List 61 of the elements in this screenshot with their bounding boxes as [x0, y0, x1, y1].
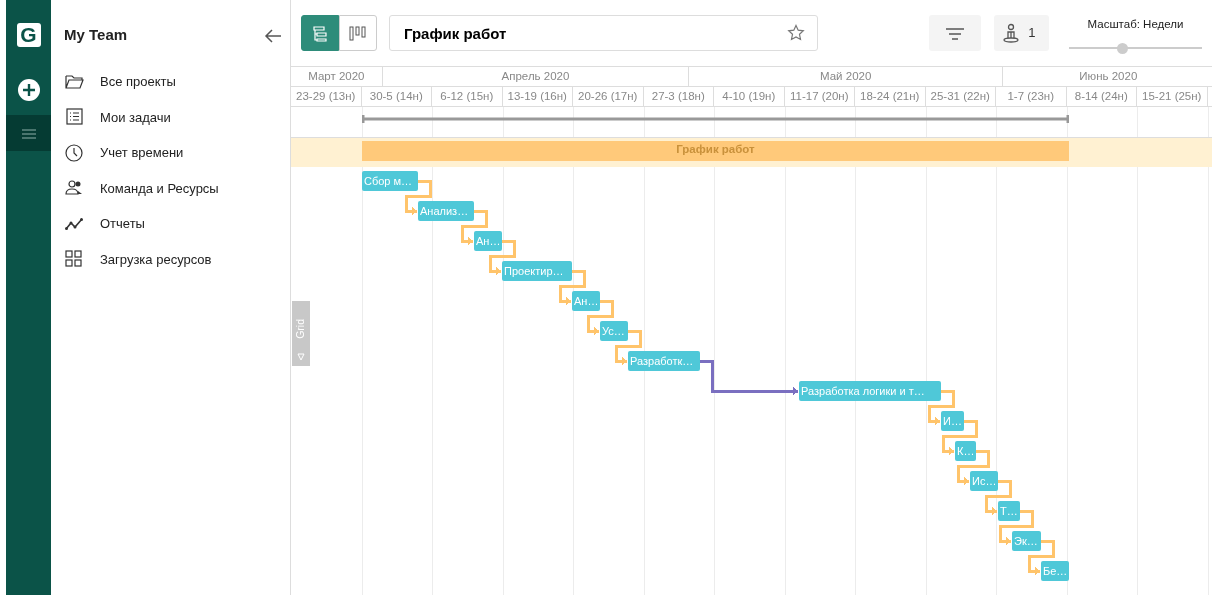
nav-link[interactable]: Учет времени [100, 143, 184, 163]
folder-icon [65, 72, 85, 91]
person-pin-icon [1002, 23, 1021, 43]
week-header: 18-24 (21н) [855, 87, 926, 106]
week-header: 13-19 (16н) [502, 87, 573, 106]
grid-icon [65, 250, 85, 269]
nav-link[interactable]: Загрузка ресурсов [100, 249, 212, 269]
task-bar[interactable]: Бе… [1041, 561, 1070, 581]
task-bar[interactable]: Разработка логики и т… [799, 381, 941, 401]
board-icon [348, 23, 368, 44]
slider-thumb[interactable] [1117, 42, 1129, 54]
clock-icon [65, 143, 85, 162]
month-header: Март 2020 [291, 67, 383, 86]
week-header: 23-29 (13н) [291, 87, 362, 106]
menu-button[interactable] [6, 115, 51, 151]
week-header: 8-14 (24н) [1066, 87, 1137, 106]
resources-button[interactable]: 1 [994, 15, 1049, 51]
filter-button[interactable] [928, 15, 982, 51]
task-bar[interactable]: Ан… [474, 231, 503, 251]
month-header: Июнь 2020 [1003, 67, 1212, 86]
week-header: 27-3 (18н) [643, 87, 714, 106]
week-header: 1-7 (23н) [996, 87, 1067, 106]
menu-icon [21, 128, 36, 139]
month-header: Апрель 2020 [382, 67, 690, 86]
logo[interactable]: G [16, 23, 41, 47]
nav-link[interactable]: Отчеты [100, 214, 145, 234]
task-bar[interactable]: Разработк… [628, 351, 700, 371]
task-bar[interactable]: К… [955, 441, 977, 461]
task-bar[interactable]: Сбор м… [362, 171, 418, 191]
view-toggle[interactable] [301, 15, 339, 51]
triangle-icon [297, 352, 305, 361]
task-bar[interactable]: Эк… [1012, 531, 1041, 551]
view-toggle[interactable] [339, 15, 377, 51]
week-header: 15-21 (25н) [1137, 87, 1208, 106]
week-header: 11-17 (20н) [784, 87, 855, 106]
scale-label: Масштаб: Недели [1087, 17, 1184, 33]
title-field[interactable]: График работ [389, 15, 818, 51]
month-header: Май 2020 [689, 67, 1004, 86]
nav-link[interactable]: Команда и Ресурсы [100, 178, 219, 198]
add-icon [17, 79, 40, 101]
task-bar[interactable]: Ис… [970, 471, 999, 491]
week-header: 4-10 (19н) [714, 87, 785, 106]
week-header: 6-12 (15н) [432, 87, 503, 106]
team-title: My Team [64, 25, 128, 46]
task-bar[interactable]: Проектир… [502, 261, 572, 281]
tree-list-icon [310, 23, 330, 44]
list-icon [65, 108, 85, 127]
task-bar[interactable]: Ан… [572, 291, 601, 311]
week-header: 25-31 (22н) [925, 87, 996, 106]
task-bar[interactable]: Т… [998, 501, 1020, 521]
task-bar[interactable]: Ус… [600, 321, 628, 341]
filter-icon [946, 27, 964, 40]
task-bar[interactable]: Анализ… [418, 201, 474, 221]
task-bar[interactable]: И… [941, 411, 964, 431]
project-title-field[interactable]: График работ [402, 18, 787, 48]
back-arrow-icon [264, 27, 282, 44]
summary-bar[interactable]: График работ [362, 141, 1069, 161]
nav-link[interactable]: Все проекты [100, 72, 176, 92]
nav-link[interactable]: Мои задачи [100, 107, 171, 127]
week-header: 20-26 (17н) [573, 87, 644, 106]
week-header: 30-5 (14н) [361, 87, 432, 106]
